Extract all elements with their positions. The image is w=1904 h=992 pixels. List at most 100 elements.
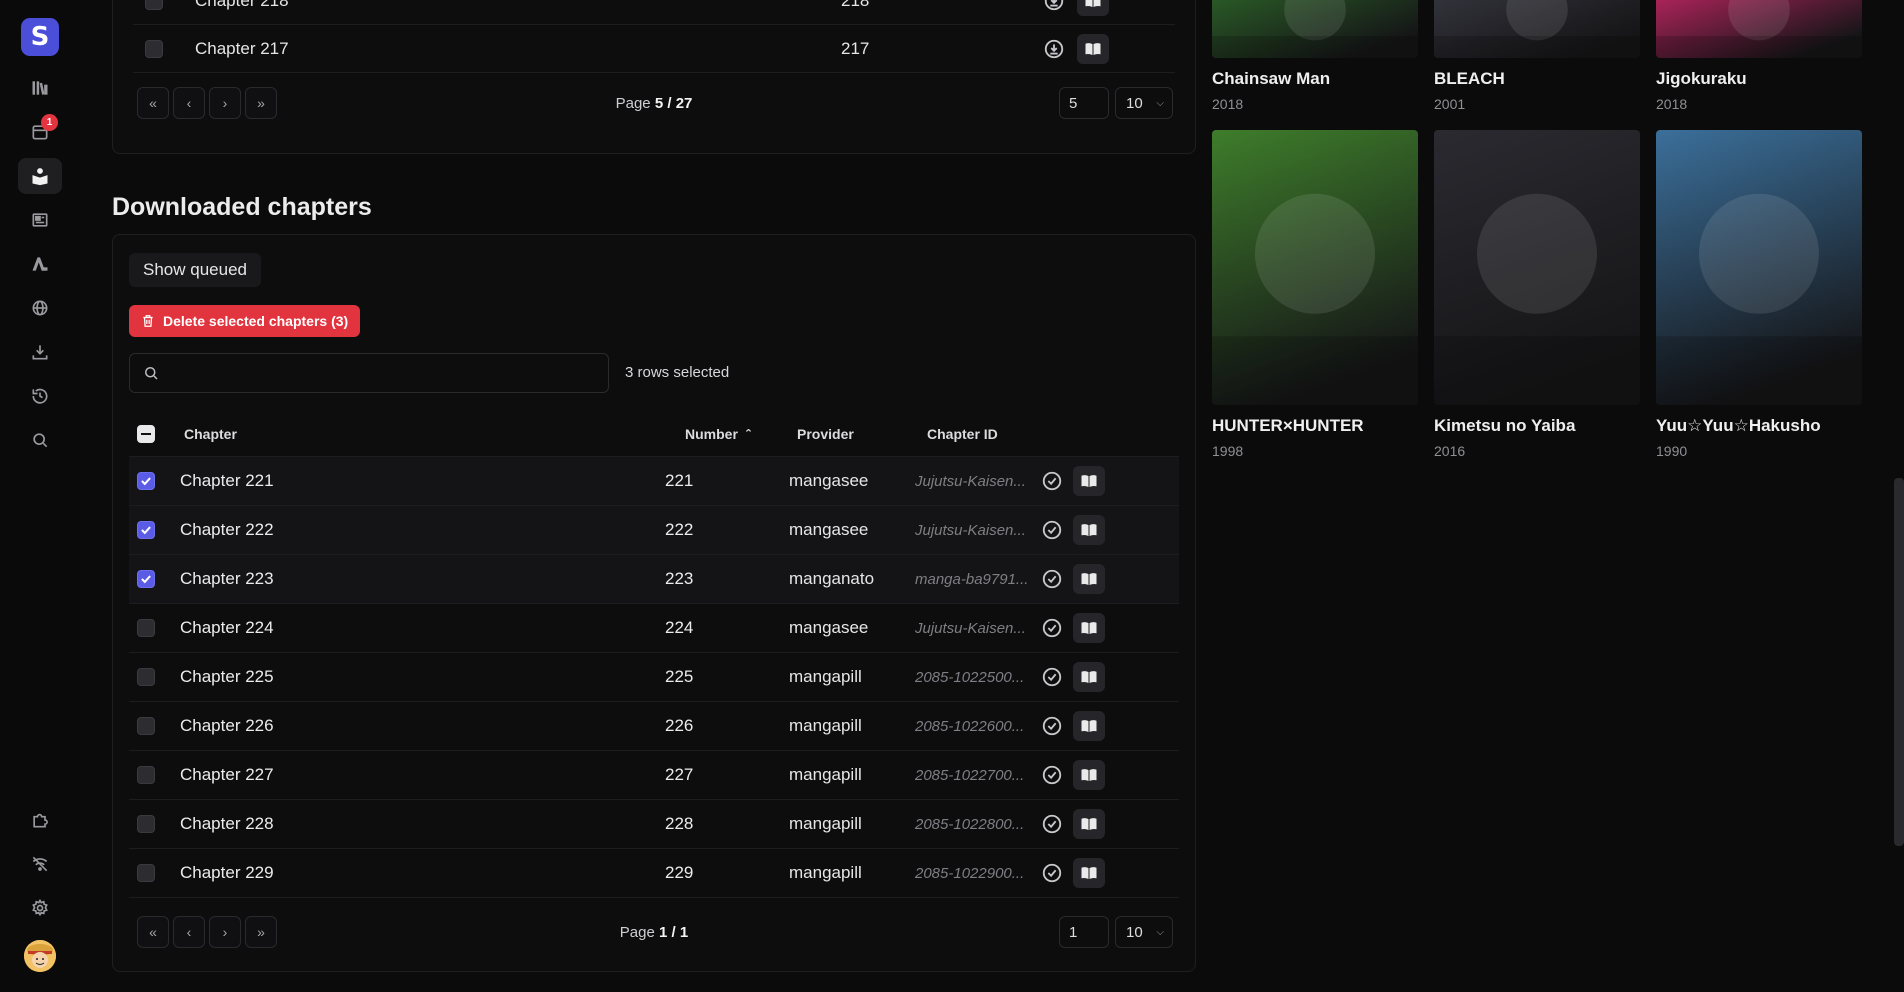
column-number[interactable]: Number ⌃ (685, 426, 753, 442)
media-card[interactable]: Jigokuraku 2018 (1656, 0, 1862, 112)
sidebar-item-offline[interactable] (18, 846, 62, 882)
row-checkbox[interactable] (137, 766, 155, 784)
read-chapter-button[interactable] (1073, 809, 1105, 839)
read-chapter-button[interactable] (1073, 564, 1105, 594)
downloaded-status-button[interactable] (1041, 862, 1063, 884)
column-provider[interactable]: Provider (797, 426, 854, 442)
chapter-provider: mangapill (789, 863, 862, 882)
row-checkbox[interactable] (137, 864, 155, 882)
download-chapter-button[interactable] (1043, 0, 1065, 12)
downloaded-status-button[interactable] (1041, 813, 1063, 835)
cover-image[interactable] (1212, 130, 1418, 405)
row-checkbox[interactable] (145, 39, 163, 58)
read-chapter-button[interactable] (1073, 515, 1105, 545)
page-number-input[interactable] (1059, 87, 1109, 119)
column-chapter-id[interactable]: Chapter ID (927, 426, 998, 442)
cover-image[interactable] (1656, 0, 1862, 58)
read-chapter-button[interactable] (1077, 33, 1109, 64)
downloaded-status-button[interactable] (1041, 764, 1063, 786)
sidebar-item-extensions[interactable] (18, 802, 62, 838)
table-row[interactable]: Chapter 227 227 mangapill 2085-1022700..… (129, 751, 1179, 800)
read-chapter-button[interactable] (1073, 662, 1105, 692)
read-chapter-button[interactable] (1073, 858, 1105, 888)
table-row[interactable]: Chapter 222 222 mangasee Jujutsu-Kaisen.… (129, 506, 1179, 555)
sidebar-item-downloads[interactable] (18, 334, 62, 370)
column-chapter[interactable]: Chapter (184, 426, 237, 442)
media-card[interactable]: Yuu☆Yuu☆Hakusho 1990 (1656, 130, 1862, 459)
table-row[interactable]: Chapter 224 224 mangasee Jujutsu-Kaisen.… (129, 604, 1179, 653)
sidebar-item-discover[interactable] (18, 290, 62, 326)
page-number-input[interactable] (1059, 916, 1109, 948)
search-icon (33, 433, 48, 448)
table-row[interactable]: Chapter 225 225 mangapill 2085-1022500..… (129, 653, 1179, 702)
table-row[interactable]: Chapter 221 221 mangasee Jujutsu-Kaisen.… (129, 457, 1179, 506)
show-queued-button[interactable]: Show queued (129, 253, 261, 287)
last-page-button[interactable]: » (245, 916, 277, 948)
app-logo[interactable]: S (21, 18, 59, 56)
row-checkbox[interactable] (137, 815, 155, 833)
read-chapter-button[interactable] (1073, 711, 1105, 741)
sidebar-item-news[interactable] (18, 202, 62, 238)
row-checkbox[interactable] (137, 570, 155, 588)
table-row[interactable]: Chapter 223 223 manganato manga-ba9791..… (129, 555, 1179, 604)
first-page-button[interactable]: « (137, 916, 169, 948)
row-checkbox[interactable] (137, 619, 155, 637)
card-title: Jigokuraku (1656, 69, 1747, 88)
row-checkbox[interactable] (137, 717, 155, 735)
media-card[interactable]: Kimetsu no Yaiba 2016 (1434, 130, 1640, 459)
user-avatar[interactable] (24, 940, 56, 972)
cover-image[interactable] (1656, 130, 1862, 405)
table-row[interactable]: Chapter 226 226 mangapill 2085-1022600..… (129, 702, 1179, 751)
table-row[interactable]: Chapter 228 228 mangapill 2085-1022800..… (129, 800, 1179, 849)
sidebar-item-history[interactable] (18, 378, 62, 414)
cover-image[interactable] (1212, 0, 1418, 58)
row-checkbox[interactable] (137, 521, 155, 539)
row-checkbox[interactable] (137, 472, 155, 490)
sidebar-item-settings[interactable] (18, 890, 62, 926)
cover-art-icon (1656, 0, 1862, 58)
next-page-button[interactable]: › (209, 87, 241, 119)
downloaded-status-button[interactable] (1041, 617, 1063, 639)
last-page-button[interactable]: » (245, 87, 277, 119)
delete-selected-button[interactable]: Delete selected chapters (3) (129, 305, 361, 337)
row-checkbox[interactable] (145, 0, 163, 10)
cover-image[interactable] (1434, 130, 1640, 405)
sidebar-item-anilist[interactable] (18, 246, 62, 282)
sidebar-item-schedule[interactable]: 1 (18, 114, 62, 150)
media-card[interactable]: BLEACH 2001 (1434, 0, 1640, 112)
downloaded-status-button[interactable] (1041, 519, 1063, 541)
sidebar-item-library[interactable] (18, 70, 62, 106)
row-checkbox[interactable] (137, 668, 155, 686)
media-card[interactable]: HUNTER×HUNTER 1998 (1212, 130, 1418, 459)
search-input[interactable] (170, 364, 590, 382)
read-chapter-button[interactable] (1073, 613, 1105, 643)
prev-page-button[interactable]: ‹ (173, 916, 205, 948)
scrollbar[interactable] (1894, 478, 1904, 846)
page-size-select[interactable]: 10 ⌵ (1115, 916, 1173, 948)
downloaded-status-button[interactable] (1041, 666, 1063, 688)
table-row[interactable]: Chapter 229 229 mangapill 2085-1022900..… (129, 849, 1179, 898)
downloaded-status-button[interactable] (1041, 470, 1063, 492)
top-pagination: « ‹ › » Page 5 / 27 10⌵ (137, 86, 1173, 120)
download-chapter-button[interactable] (1043, 38, 1065, 60)
open-book-icon (1085, 0, 1101, 7)
next-page-button[interactable]: › (209, 916, 241, 948)
downloaded-status-button[interactable] (1041, 715, 1063, 737)
page-size-select[interactable]: 10 ⌵ (1115, 87, 1173, 119)
page-info: Page 1 / 1 (619, 923, 689, 941)
prev-page-button[interactable]: ‹ (173, 87, 205, 119)
card-title: BLEACH (1434, 69, 1505, 88)
read-chapter-button[interactable] (1073, 466, 1105, 496)
table-row[interactable]: Chapter 217 217 (133, 25, 1175, 73)
card-year: 2018 (1212, 96, 1244, 112)
first-page-button[interactable]: « (137, 87, 169, 119)
select-all-checkbox[interactable] (137, 424, 155, 443)
downloaded-status-button[interactable] (1041, 568, 1063, 590)
sidebar-item-manga[interactable] (18, 158, 62, 194)
read-chapter-button[interactable] (1077, 0, 1109, 16)
table-row[interactable]: Chapter 218 218 (133, 0, 1175, 25)
cover-image[interactable] (1434, 0, 1640, 58)
read-chapter-button[interactable] (1073, 760, 1105, 790)
media-card[interactable]: Chainsaw Man 2018 (1212, 0, 1418, 112)
sidebar-item-search[interactable] (18, 422, 62, 458)
